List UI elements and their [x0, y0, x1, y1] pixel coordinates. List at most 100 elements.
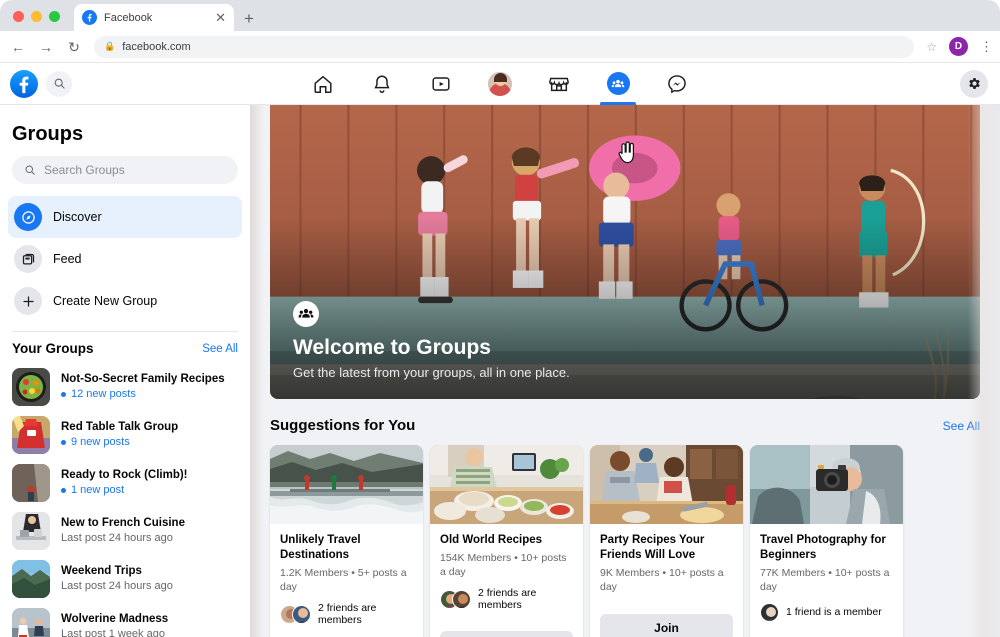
group-thumbnail: [12, 464, 50, 502]
group-name: Weekend Trips: [61, 564, 142, 577]
compass-icon: [14, 203, 42, 231]
nav-profile[interactable]: [480, 63, 520, 105]
gear-icon[interactable]: [960, 69, 988, 98]
nav-watch[interactable]: [421, 63, 461, 105]
card-meta: 9K Members • 10+ posts a day: [600, 566, 724, 594]
group-status: Last post 24 hours ago: [61, 580, 173, 593]
card-image: [750, 445, 903, 524]
group-thumbnail: [12, 416, 50, 454]
hero-title: Welcome to Groups: [293, 335, 491, 359]
divider: [12, 331, 238, 332]
nav-messenger[interactable]: [657, 63, 697, 105]
list-item[interactable]: Ready to Rock (Climb)! 1 new post: [0, 459, 250, 507]
groups-icon: [606, 72, 630, 95]
card-image: [270, 445, 423, 524]
close-window-button[interactable]: [13, 11, 24, 22]
group-status: 9 new posts: [61, 435, 178, 450]
sidebar-item-label: Discover: [53, 210, 102, 224]
url-input[interactable]: 🔒 facebook.com: [94, 35, 915, 58]
nav-marketplace[interactable]: [539, 63, 579, 105]
search-input[interactable]: [44, 163, 226, 177]
sidebar-item-feed[interactable]: Feed: [8, 238, 242, 280]
reload-icon[interactable]: ↻: [66, 40, 82, 54]
group-thumbnail: [12, 608, 50, 637]
nav-notifications[interactable]: [362, 63, 402, 105]
card-meta: 1.2K Members • 5+ posts a day: [280, 566, 407, 594]
maximize-window-button[interactable]: [49, 11, 60, 22]
minimize-window-button[interactable]: [31, 11, 42, 22]
your-groups-header: Your Groups See All: [0, 341, 250, 363]
card-friends: 2 friends are members: [440, 587, 573, 611]
card-friends: 2 friends are members: [280, 602, 413, 626]
browser-tab[interactable]: Facebook ✕: [74, 4, 234, 31]
header-search-button[interactable]: [46, 70, 72, 97]
arrow-right-icon[interactable]: →: [38, 40, 54, 54]
join-button[interactable]: Join: [440, 631, 573, 637]
suggestions-header: Suggestions for You See All: [270, 399, 980, 445]
sidebar-item-create-new-group[interactable]: Create New Group: [8, 280, 242, 322]
chrome-profile-avatar[interactable]: D: [949, 37, 968, 56]
suggestions-heading: Suggestions for You: [270, 417, 416, 434]
group-status: 1 new post: [61, 483, 188, 498]
header-right: [960, 69, 988, 98]
card-title: Unlikely Travel Destinations: [280, 534, 361, 561]
group-name: Wolverine Madness: [61, 612, 169, 625]
suggestion-card[interactable]: Old World Recipes 154K Members • 10+ pos…: [430, 445, 583, 637]
group-text: Weekend Trips Last post 24 hours ago: [61, 564, 173, 594]
group-text: Not-So-Secret Family Recipes 12 new post…: [61, 372, 225, 402]
card-friends-text: 2 friends are members: [318, 602, 377, 627]
nav-groups[interactable]: [598, 63, 638, 105]
feed-icon: [14, 245, 42, 273]
main-inner: Welcome to Groups Get the latest from yo…: [250, 105, 1000, 637]
card-title: Travel Photography for Beginners: [760, 534, 886, 561]
list-item[interactable]: New to French Cuisine Last post 24 hours…: [0, 507, 250, 555]
nav-home[interactable]: [303, 63, 343, 105]
list-item[interactable]: Weekend Trips Last post 24 hours ago: [0, 555, 250, 603]
hero-content: Welcome to Groups Get the latest from yo…: [293, 300, 960, 380]
group-thumbnail: [12, 560, 50, 598]
group-thumbnail: [12, 368, 50, 406]
list-item[interactable]: Red Table Talk Group 9 new posts: [0, 411, 250, 459]
sidebar-item-discover[interactable]: Discover: [8, 196, 242, 238]
close-icon[interactable]: ✕: [215, 11, 226, 24]
browser-tab-title: Facebook: [104, 11, 153, 24]
kebab-menu-icon[interactable]: ⋮: [980, 40, 993, 53]
group-name: Not-So-Secret Family Recipes: [61, 372, 225, 385]
your-groups-heading: Your Groups: [12, 341, 94, 356]
card-body: Party Recipes Your Friends Will Love 9K …: [590, 524, 743, 605]
list-item[interactable]: Wolverine Madness Last post 1 week ago: [0, 603, 250, 637]
search-groups-field[interactable]: [12, 156, 238, 184]
plus-icon: [14, 287, 42, 315]
group-status: Last post 24 hours ago: [61, 532, 173, 545]
window-controls[interactable]: [13, 11, 60, 22]
your-groups-see-all-link[interactable]: See All: [202, 343, 238, 355]
group-name: New to French Cuisine: [61, 516, 185, 529]
header-left: [0, 69, 72, 98]
card-meta: 154K Members • 10+ posts a day: [440, 551, 567, 579]
suggestion-card[interactable]: Unlikely Travel Destinations 1.2K Member…: [270, 445, 423, 637]
group-name: Red Table Talk Group: [61, 420, 179, 433]
star-icon[interactable]: ☆: [926, 40, 937, 54]
groups-sidebar: Groups Discover Feed: [0, 105, 250, 637]
list-item[interactable]: Not-So-Secret Family Recipes 12 new post…: [0, 363, 250, 411]
hero-subtitle: Get the latest from your groups, all in …: [293, 365, 570, 380]
facebook-icon: [82, 10, 97, 25]
group-thumbnail: [12, 512, 50, 550]
plus-icon[interactable]: +: [244, 10, 254, 27]
join-button[interactable]: Join: [600, 614, 733, 637]
suggestions-see-all-link[interactable]: See All: [943, 419, 980, 433]
lock-icon: 🔒: [104, 41, 116, 51]
card-image: [590, 445, 743, 524]
url-text: facebook.com: [122, 40, 191, 53]
facebook-logo-icon[interactable]: [10, 69, 38, 98]
page-title: Groups: [12, 123, 84, 145]
suggestion-card[interactable]: Travel Photography for Beginners 77K Mem…: [750, 445, 903, 637]
header-nav: [303, 63, 697, 105]
card-title: Old World Recipes: [440, 534, 543, 546]
avatar: [760, 602, 779, 622]
group-status: 12 new posts: [61, 387, 225, 402]
arrow-left-icon[interactable]: ←: [10, 40, 26, 54]
page-body: Groups Discover Feed: [0, 105, 1000, 637]
suggestion-card[interactable]: Party Recipes Your Friends Will Love 9K …: [590, 445, 743, 637]
avatar: [292, 604, 311, 624]
